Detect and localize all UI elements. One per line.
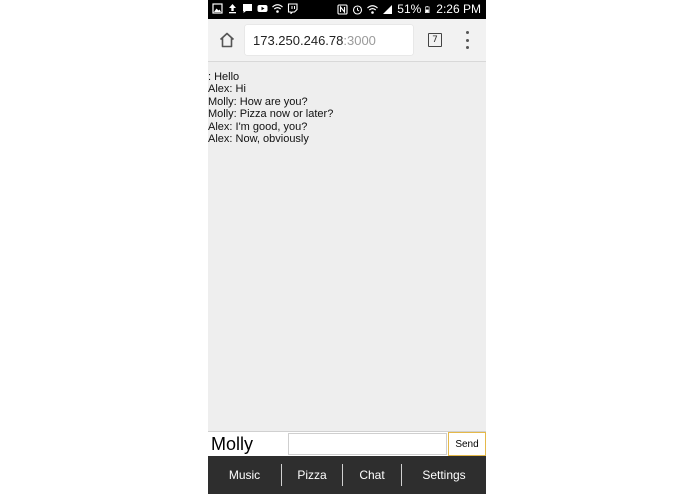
message-composer: Molly Send xyxy=(208,431,486,457)
tab-switcher-button[interactable]: 7 xyxy=(428,33,442,47)
dot-icon xyxy=(465,46,469,49)
nav-item-pizza[interactable]: Pizza xyxy=(282,456,342,494)
battery-icon xyxy=(425,5,430,13)
home-icon xyxy=(219,32,235,48)
overflow-menu-button[interactable] xyxy=(462,31,472,49)
url-host: 173.250.246.78 xyxy=(253,32,344,48)
chat-message: Alex: Hi xyxy=(208,83,246,96)
status-bar-notifications xyxy=(212,3,298,14)
youtube-icon xyxy=(257,5,268,12)
message-icon xyxy=(243,4,252,13)
chat-message: Alex: Now, obviously xyxy=(208,133,309,146)
chat-message: : Hello xyxy=(208,71,240,83)
chat-message: Molly: How are you? xyxy=(208,95,308,108)
browser-toolbar: 173.250.246.78:3000 7 xyxy=(208,19,486,62)
wifi-signal-icon xyxy=(367,4,379,14)
chat-message: Molly: Pizza now or later? xyxy=(208,108,334,121)
send-button[interactable]: Send xyxy=(448,432,486,456)
bottom-nav: Music Pizza Chat Settings xyxy=(208,456,486,494)
phone-screen: 51% 2:26 PM 173.250.246.78:3000 7 : Hell xyxy=(208,0,486,494)
nav-item-chat[interactable]: Chat xyxy=(343,456,401,494)
twitch-icon xyxy=(287,3,298,14)
nav-item-settings[interactable]: Settings xyxy=(402,456,486,494)
username-label: Molly xyxy=(211,434,254,454)
home-button[interactable] xyxy=(216,29,238,51)
url-port: :3000 xyxy=(343,32,376,48)
image-icon xyxy=(212,3,223,14)
nav-item-music[interactable]: Music xyxy=(208,456,281,494)
nfc-icon xyxy=(337,3,348,15)
battery-percent: 51% xyxy=(397,2,422,16)
address-bar[interactable]: 173.250.246.78:3000 xyxy=(245,25,413,55)
dot-icon xyxy=(465,31,469,34)
wifi-icon xyxy=(272,4,283,13)
chat-log: : Hello Alex: Hi Molly: How are you? Mol… xyxy=(208,71,486,145)
alarm-icon xyxy=(353,4,363,15)
cell-signal-icon xyxy=(383,4,393,14)
upload-icon xyxy=(229,4,236,14)
message-input[interactable] xyxy=(288,433,447,455)
status-time: 2:26 PM xyxy=(436,2,481,16)
status-bar: 51% 2:26 PM xyxy=(208,0,486,19)
chat-message: Alex: I'm good, you? xyxy=(208,120,308,133)
status-bar-system: 51% 2:26 PM xyxy=(337,2,481,16)
dot-icon xyxy=(465,38,469,42)
